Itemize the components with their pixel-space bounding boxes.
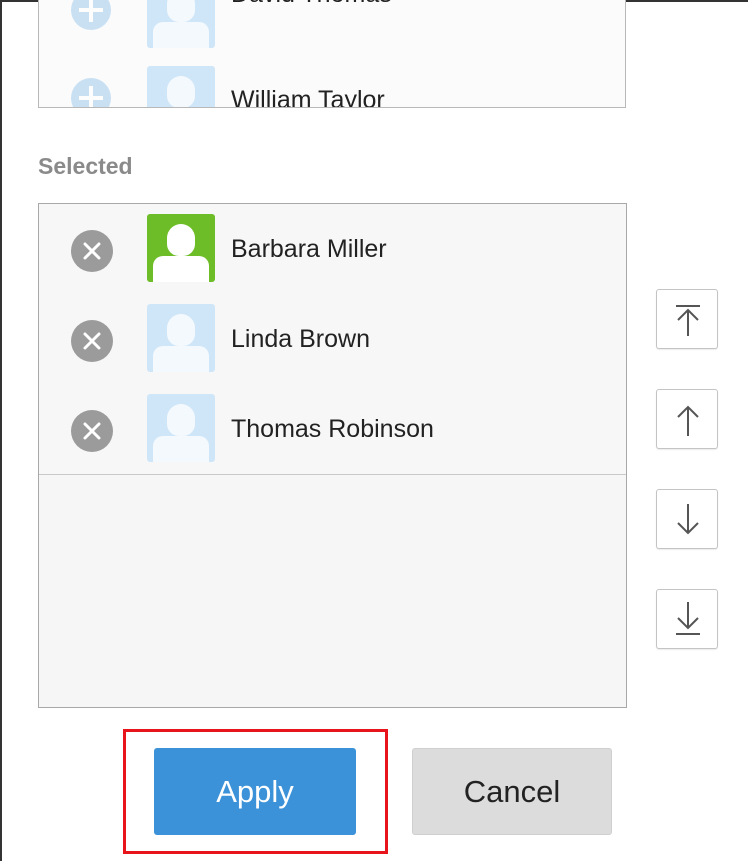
selected-user-name: Linda Brown	[231, 325, 370, 353]
remove-icon	[83, 332, 101, 350]
user-avatar-icon	[147, 66, 215, 107]
candidate-row[interactable]: David Thomas	[39, 0, 625, 56]
add-icon[interactable]	[71, 78, 111, 107]
selected-row[interactable]: Barbara Miller	[39, 204, 626, 294]
move-to-bottom-button[interactable]	[656, 589, 718, 649]
selected-heading: Selected	[38, 153, 133, 179]
user-avatar-icon	[147, 394, 215, 462]
selected-user-name: Barbara Miller	[231, 235, 387, 263]
move-to-top-icon	[676, 305, 700, 336]
add-icon[interactable]	[71, 0, 111, 30]
user-avatar-icon	[147, 0, 215, 48]
remove-button[interactable]	[71, 410, 113, 452]
candidate-row[interactable]: William Taylor	[39, 54, 625, 108]
move-to-top-button[interactable]	[656, 289, 718, 349]
move-down-icon	[677, 504, 699, 535]
user-avatar-icon	[147, 304, 215, 372]
move-to-bottom-icon	[676, 602, 700, 635]
selected-row[interactable]: Linda Brown	[39, 294, 626, 384]
candidate-name: David Thomas	[231, 0, 392, 9]
selected-user-name: Thomas Robinson	[231, 415, 434, 443]
user-selection-panel: David Thomas William Taylor Selected Bar…	[0, 0, 748, 861]
remove-icon	[83, 242, 101, 260]
user-avatar-icon	[147, 214, 215, 282]
move-down-button[interactable]	[656, 489, 718, 549]
remove-icon	[83, 422, 101, 440]
candidate-list[interactable]: David Thomas William Taylor	[38, 0, 626, 108]
candidate-name: William Taylor	[231, 86, 385, 108]
remove-button[interactable]	[71, 320, 113, 362]
apply-button[interactable]: Apply	[154, 748, 356, 835]
remove-button[interactable]	[71, 230, 113, 272]
move-up-button[interactable]	[656, 389, 718, 449]
move-up-icon	[677, 405, 699, 436]
cancel-button[interactable]: Cancel	[412, 748, 612, 835]
selected-list[interactable]: Barbara Miller Linda Brown Thomas Robins…	[38, 203, 627, 708]
selected-row[interactable]: Thomas Robinson	[39, 384, 626, 475]
